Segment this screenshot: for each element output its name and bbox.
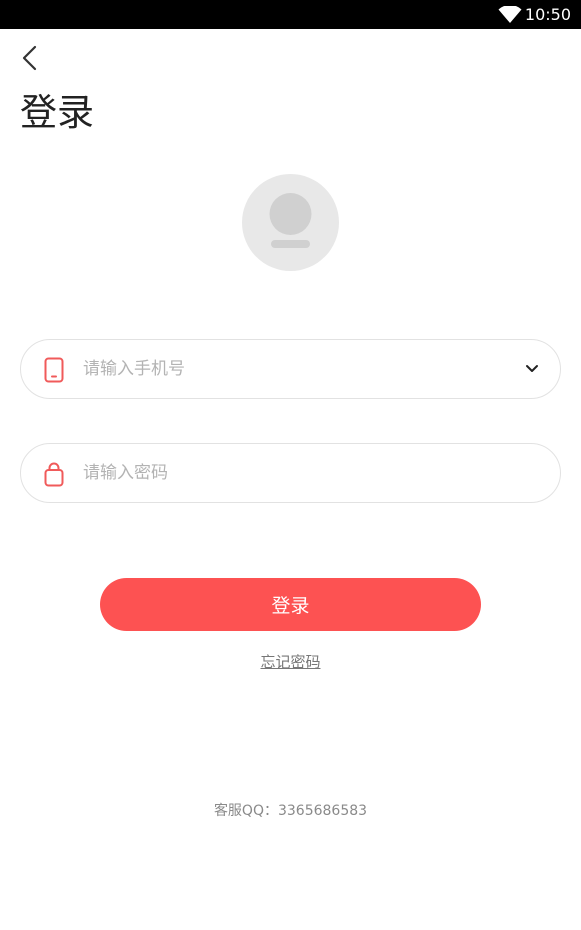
- wifi-icon: [498, 6, 522, 23]
- login-button[interactable]: 登录: [100, 578, 481, 631]
- forgot-password-link[interactable]: 忘记密码: [260, 653, 320, 671]
- avatar: [242, 174, 339, 271]
- status-time: 10:50: [524, 5, 571, 24]
- phone-field[interactable]: [20, 339, 561, 399]
- password-field[interactable]: [20, 443, 561, 503]
- phone-input[interactable]: [83, 340, 513, 398]
- password-input[interactable]: [83, 444, 513, 502]
- user-avatar-icon: [269, 193, 312, 248]
- status-bar: 10:50: [0, 0, 581, 29]
- chevron-down-icon[interactable]: [524, 361, 540, 377]
- chevron-left-icon: [22, 45, 37, 71]
- forgot-password-row: 忘记密码: [0, 652, 581, 672]
- page-title: 登录: [20, 91, 94, 134]
- back-button[interactable]: [16, 42, 46, 74]
- customer-service-text: 客服QQ：3365686583: [213, 803, 368, 819]
- phone-icon: [44, 357, 64, 383]
- lock-icon: [44, 462, 64, 487]
